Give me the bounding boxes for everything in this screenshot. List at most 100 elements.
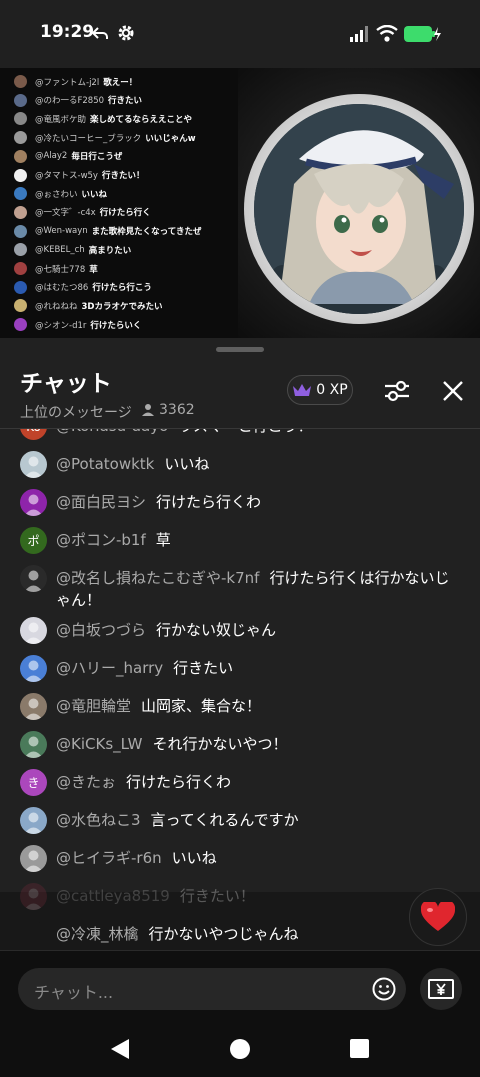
avatar — [14, 318, 27, 332]
chat-message-text: @面白民ヨシ 行けたら行くわ — [56, 491, 454, 513]
video-chat-message: いいじゃんw — [145, 133, 196, 144]
video-chat-row: @冷たいコーヒー_ブラック いいじゃんw — [14, 130, 196, 145]
video-chat-message: 高まりたい — [88, 245, 132, 256]
drag-handle[interactable] — [216, 347, 264, 352]
avatar[interactable] — [20, 655, 47, 682]
currency-yen-icon — [428, 979, 454, 999]
video-chat-row: @のわ一るF2850 行きたい — [14, 93, 142, 108]
avatar[interactable]: き — [20, 769, 47, 796]
video-chat-row: @ファントム-j2l 歌えー！ — [14, 74, 137, 89]
xp-button[interactable]: 0 XP — [287, 375, 353, 405]
avatar[interactable] — [20, 883, 47, 910]
video-chat-username: @Wen-wayn — [35, 226, 88, 237]
system-nav-bar — [0, 1020, 480, 1077]
video-chat-username: @タマトス-w5y — [35, 171, 98, 181]
video-chat-row: @タマトス-w5y 行きたい！ — [14, 168, 144, 183]
video-chat-message: 行けたらいく — [90, 320, 142, 331]
video-chat-message: また歌枠見たくなってきたぜ — [91, 227, 202, 238]
chat-message-body: 言ってくれるんですか — [150, 811, 299, 829]
filter-sliders-icon[interactable] — [382, 376, 412, 406]
avatar[interactable] — [20, 845, 47, 872]
avatar — [14, 224, 27, 238]
avatar[interactable] — [20, 617, 47, 644]
chat-username[interactable]: @竜胆輪堂 — [56, 697, 131, 715]
chat-username[interactable]: @Korlasu-dayo — [56, 429, 168, 435]
chat-message-list[interactable]: Ko @Korlasu-dayo ラスマ一と行こう！ @Potatowktk いいね @面… — [0, 429, 480, 951]
avatar — [14, 75, 27, 88]
avatar[interactable] — [20, 489, 47, 516]
video-chat-username: @ぉさわい — [35, 189, 78, 200]
avatar[interactable]: Ko — [20, 429, 47, 440]
xp-value: 0 XP — [316, 382, 348, 398]
chat-username[interactable]: @水色ねこ3 — [56, 811, 141, 829]
video-chat-message: 行けたら行こう — [92, 283, 152, 294]
emoji-icon[interactable] — [372, 977, 396, 1001]
heart-icon — [421, 902, 455, 931]
chat-message-text: @Potatowktk いいね — [56, 453, 454, 475]
chat-username[interactable]: @ハリー_harry — [56, 659, 163, 677]
chat-username[interactable]: @Potatowktk — [56, 455, 154, 473]
avatar[interactable] — [20, 451, 47, 478]
avatar — [14, 149, 27, 163]
avatar-image — [24, 812, 43, 834]
avatar-image — [24, 622, 43, 644]
video-chat-username: @七騎士778 — [35, 264, 86, 275]
chat-message-body: 草 — [155, 531, 171, 549]
close-icon[interactable] — [438, 376, 468, 406]
video-art — [238, 68, 480, 338]
chat-username[interactable]: @冷凍_林檎 — [56, 925, 139, 943]
nav-home-icon[interactable] — [229, 1038, 251, 1060]
chat-username[interactable]: @cattleya8519 — [56, 887, 170, 905]
chat-username[interactable]: @改名し損ねたこむぎや-k7nf — [56, 569, 259, 587]
video-chat-message: 行きたい — [108, 96, 143, 107]
avatar — [14, 93, 27, 107]
video-chat-message: 毎日行こうぜ — [71, 152, 123, 163]
super-chat-button[interactable] — [420, 968, 462, 1010]
avatar[interactable] — [20, 731, 47, 758]
character-portrait-frame — [244, 94, 474, 324]
video-chat-row: @ぉさわい いいね — [14, 186, 107, 201]
gear-icon — [118, 25, 134, 41]
chat-panel: チャット 上位のメッセージ 3362 0 XP Ko @Korlasu-dayo ラ… — [0, 338, 480, 951]
top-messages-dropdown[interactable]: 上位のメッセージ — [20, 402, 132, 422]
chat-username[interactable]: @面白民ヨシ — [56, 493, 146, 511]
avatar — [14, 112, 27, 126]
chat-message-text: @Korlasu-dayo ラスマ一と行こう！ — [56, 429, 454, 437]
reaction-button[interactable] — [409, 888, 467, 946]
chat-username[interactable]: @きたぉ — [56, 773, 116, 791]
chat-message-text: @ヒイラギ-r6n いいね — [56, 847, 454, 869]
chat-title: チャット — [20, 371, 112, 397]
avatar[interactable]: ポ — [20, 527, 47, 554]
chat-input[interactable]: チャット... — [18, 968, 406, 1010]
video-chat-row: @Wen-wayn また歌枠見たくなってきたぜ — [14, 224, 202, 239]
chat-username[interactable]: @白坂つづら — [56, 621, 146, 639]
video-chat-message: いいね — [81, 189, 108, 200]
back-arrow-icon — [91, 27, 108, 39]
nav-back-icon[interactable] — [110, 1038, 130, 1060]
chat-message-text: @改名し損ねたこむぎや-k7nf 行けたら行くは行かないじゃん！ — [56, 567, 454, 611]
avatar[interactable] — [20, 807, 47, 834]
avatar — [14, 131, 27, 145]
video-chat-username: @一文字゛-c4x — [35, 208, 96, 219]
avatar[interactable] — [20, 565, 47, 592]
person-icon — [142, 404, 154, 416]
video-chat-username: @Alay2 — [35, 151, 68, 162]
chat-username[interactable]: @KiCKs_LW — [56, 735, 142, 753]
video-chat-overlay: @ファントム-j2l 歌えー！ @のわ一るF2850 行きたい @竜風ボケ助 楽しめてるな… — [0, 68, 238, 338]
video-chat-row: @竜風ボケ助 楽しめてるならええことや — [14, 111, 192, 126]
chat-message-body: 行きたい！ — [179, 887, 255, 905]
cell-signal-icon — [350, 26, 368, 42]
chat-message-body: 行かないやつじゃんね — [148, 925, 299, 943]
chat-username[interactable]: @ポコン-b1f — [56, 531, 146, 549]
chat-username[interactable]: @ヒイラギ-r6n — [56, 849, 162, 867]
avatar[interactable] — [20, 693, 47, 720]
nav-recents-icon[interactable] — [350, 1039, 369, 1058]
video-chat-message: 楽しめてるならええことや — [90, 114, 193, 125]
avatar-image — [24, 494, 43, 516]
avatar — [14, 280, 27, 294]
chat-message-text: @白坂つづら 行かない奴じゃん — [56, 619, 454, 641]
avatar[interactable] — [20, 921, 47, 948]
video-chat-row: @れねねね 3Dカラオケでみたい — [14, 298, 163, 313]
video-player[interactable]: @ファントム-j2l 歌えー！ @のわ一るF2850 行きたい @竜風ボケ助 楽しめてるな… — [0, 68, 480, 338]
video-chat-message: 行けたら行く — [99, 208, 151, 219]
